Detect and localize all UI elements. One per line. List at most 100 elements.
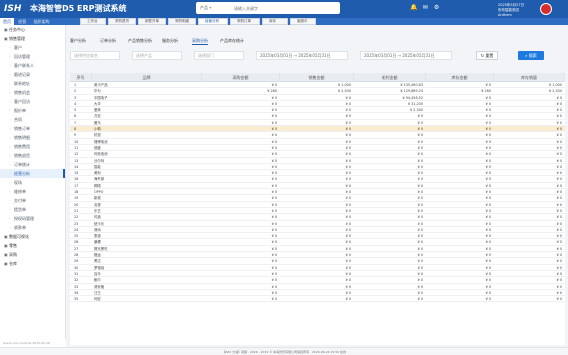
- sidebar-group[interactable]: ▣零售: [0, 241, 65, 250]
- sidebar-item[interactable]: ◦ 提货单: [0, 205, 65, 214]
- sidebar-item[interactable]: ◦ 联系地址: [0, 79, 65, 88]
- column-header[interactable]: 序号: [70, 73, 92, 82]
- table-cell: 利信电池: [94, 152, 108, 157]
- column-header[interactable]: 采购金额: [202, 73, 280, 82]
- table-cell: ¥ 0: [417, 221, 423, 226]
- column-header[interactable]: 品牌: [92, 73, 202, 82]
- table-cell: ¥ 0: [485, 95, 491, 100]
- analysis-tab[interactable]: 服务分析: [162, 37, 178, 45]
- sidebar-item[interactable]: ◦ 销售退货: [0, 151, 65, 160]
- sidebar-item[interactable]: ◦ 授权码管理: [0, 214, 65, 223]
- table-cell: ¥ 0: [271, 139, 277, 144]
- sidebar-group[interactable]: ▣仓库: [0, 259, 65, 268]
- sidebar-item[interactable]: ◦ 交付单: [0, 196, 65, 205]
- table-cell: 5: [74, 108, 77, 113]
- table-cell: 31: [74, 271, 79, 276]
- search-input[interactable]: [230, 2, 340, 14]
- sidebar-group[interactable]: ▣任务中心: [0, 25, 65, 34]
- avatar[interactable]: [540, 3, 552, 15]
- settings-icon[interactable]: ⚙: [433, 4, 441, 12]
- search-button[interactable]: ⌕ 搜索: [518, 51, 544, 60]
- sidebar-item[interactable]: ◦ 回访管理: [0, 52, 65, 61]
- sidebar-group[interactable]: ▣销售管理: [0, 34, 65, 43]
- nav-home[interactable]: 首页: [0, 18, 14, 25]
- table-cell: 33: [74, 284, 79, 289]
- open-tab[interactable]: 库存: [262, 18, 288, 25]
- table-cell: ¥ 0: [271, 177, 277, 182]
- sidebar-item[interactable]: ◦ 收款单: [0, 223, 65, 232]
- sidebar-item[interactable]: ◦ 销售机会: [0, 88, 65, 97]
- table-cell: ¥ 0: [485, 171, 491, 176]
- sidebar-item[interactable]: ◦ 报价单: [0, 106, 65, 115]
- table-cell: ¥ 0: [345, 259, 351, 264]
- table-cell: ¥ 0: [485, 152, 491, 157]
- table-cell: ¥ 0: [417, 139, 423, 144]
- open-tab[interactable]: 销售开单: [138, 18, 166, 25]
- sidebar-item[interactable]: ◦ 销售明细: [0, 133, 65, 142]
- table-row[interactable]: 35 利宏 ¥ 0 ¥ 0 ¥ 0 ¥ 0 ¥ 0: [70, 296, 565, 303]
- analysis-tab[interactable]: 采购分析: [192, 37, 208, 45]
- table-cell: ¥ 0: [271, 265, 277, 270]
- open-tab[interactable]: 采购明细: [168, 18, 196, 25]
- table-cell: ¥ 0: [556, 101, 562, 106]
- sidebar-item[interactable]: ◦ 客户回访: [0, 97, 65, 106]
- table-cell: ¥ 0: [485, 234, 491, 239]
- sidebar-item[interactable]: ◦ 客户: [0, 43, 65, 52]
- column-header[interactable]: 毛利金额: [354, 73, 426, 82]
- open-tab[interactable]: 采购退货: [108, 18, 136, 25]
- sidebar-item[interactable]: ◦ 合同: [0, 115, 65, 124]
- column-header[interactable]: 库存销量: [494, 73, 565, 82]
- sidebar-item[interactable]: ◦ 现场: [0, 178, 65, 187]
- sidebar-label: 合同: [14, 117, 22, 122]
- analysis-tab[interactable]: 客户分析: [70, 37, 86, 45]
- sidebar-group[interactable]: ▣采购: [0, 250, 65, 259]
- date-range-1[interactable]: 2025年03月01日 → 2025年05月31日: [256, 51, 348, 60]
- sidebar-item[interactable]: ◦ 销售费用: [0, 142, 65, 151]
- table-cell: 25: [74, 234, 79, 239]
- sidebar-item[interactable]: ◦ 销售订单: [0, 124, 65, 133]
- table-cell: ¥ 0: [345, 221, 351, 226]
- sidebar-group[interactable]: ▣数据可视化: [0, 232, 65, 241]
- supplier-select[interactable]: 选择供应商名: [70, 51, 120, 60]
- table-cell: ¥ 0: [345, 297, 351, 302]
- table-cell: ¥ 0: [271, 271, 277, 276]
- table-cell: ¥ 0: [485, 227, 491, 232]
- product-select[interactable]: 选择产品: [132, 51, 182, 60]
- open-tab[interactable]: 经营分析: [198, 18, 228, 25]
- sidebar-label: 销售管理: [9, 36, 25, 41]
- analysis-tab[interactable]: 订单分析: [100, 37, 116, 45]
- table-cell: ¥ 0: [556, 246, 562, 251]
- nav-business[interactable]: 经营: [15, 18, 29, 25]
- sidebar-item[interactable]: ◦ 经营分析: [0, 169, 65, 178]
- user-info[interactable]: 2025年5月27日 布布智能测试 Anthem: [498, 3, 524, 18]
- open-tab[interactable]: 客服中: [290, 18, 316, 25]
- sidebar-item[interactable]: ◦ 维修单: [0, 187, 65, 196]
- sidebar-item[interactable]: ◦ 客户联系人: [0, 61, 65, 70]
- open-tab[interactable]: 工作台: [80, 18, 106, 25]
- table-cell: ¥ 0: [417, 177, 423, 182]
- table-cell: ¥ 0: [485, 278, 491, 283]
- table-cell: ¥ 2,500: [549, 89, 562, 94]
- bell-icon[interactable]: 🔔: [410, 4, 418, 12]
- table-cell: ¥ 0: [485, 183, 491, 188]
- sidebar-label: 现场: [14, 180, 22, 185]
- analysis-tab[interactable]: 产品库存统计: [220, 37, 244, 45]
- date-range-2[interactable]: 2025年03月01日 → 2025年05月31日: [360, 51, 452, 60]
- message-icon[interactable]: ✉: [421, 4, 429, 12]
- reset-button[interactable]: ↻ 重置: [476, 51, 498, 60]
- nav-org[interactable]: 组织架构: [31, 18, 53, 25]
- app-logo[interactable]: ISH: [4, 3, 26, 15]
- table-cell: ¥ 0: [417, 196, 423, 201]
- table-cell: ¥ 0: [485, 139, 491, 144]
- sidebar-item[interactable]: ◦ 订单统计: [0, 160, 65, 169]
- department-select[interactable]: 选择部门: [194, 51, 244, 60]
- table-cell: ¥ 0: [345, 227, 351, 232]
- column-header[interactable]: 库存金额: [426, 73, 494, 82]
- open-tab[interactable]: 采购订单: [230, 18, 260, 25]
- table-cell: ¥ 0: [417, 152, 423, 157]
- table-cell: ¥ 0: [556, 234, 562, 239]
- sidebar-item[interactable]: ◦ 跟进记录: [0, 70, 65, 79]
- sidebar-label: 数据可视化: [9, 234, 29, 239]
- column-header[interactable]: 销售金额: [280, 73, 354, 82]
- analysis-tab[interactable]: 产品销售分析: [128, 37, 152, 45]
